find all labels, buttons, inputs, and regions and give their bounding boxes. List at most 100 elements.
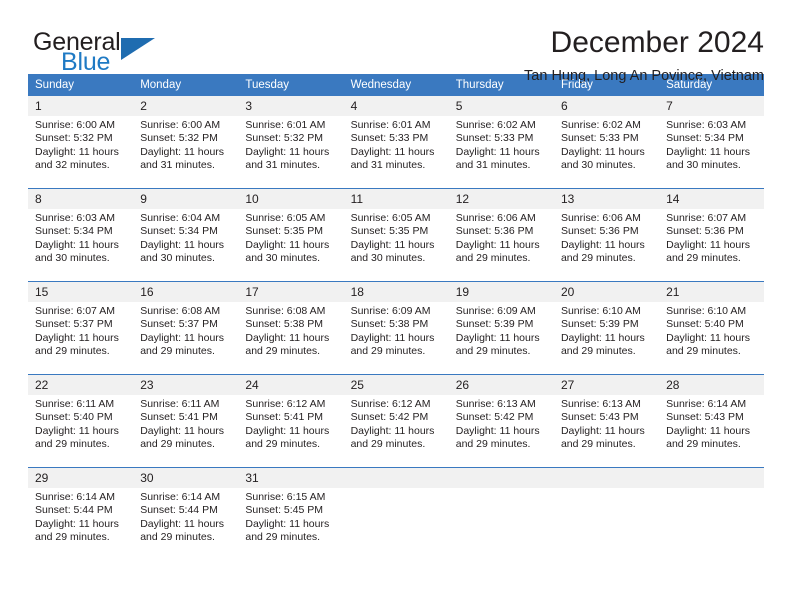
sunset-text: Sunset: 5:38 PM [245, 318, 324, 331]
sunset-text: Sunset: 5:42 PM [350, 411, 429, 424]
day-number[interactable]: 27 [553, 375, 660, 395]
daylight-text-line2: and 32 minutes. [35, 159, 110, 172]
day-number[interactable]: 31 [238, 468, 344, 488]
day-number[interactable]: 28 [659, 375, 765, 395]
sunset-text: Sunset: 5:37 PM [35, 318, 113, 331]
day-number[interactable]: 2 [133, 96, 239, 116]
day-cell[interactable]: Sunrise: 6:07 AM Sunset: 5:37 PM Dayligh… [28, 302, 134, 374]
day-number[interactable]: 26 [448, 375, 554, 395]
page-title: December 2024 [550, 26, 764, 59]
day-cell[interactable]: Sunrise: 6:12 AM Sunset: 5:42 PM Dayligh… [343, 395, 449, 467]
day-number[interactable]: 20 [553, 282, 660, 302]
day-number[interactable]: 23 [133, 375, 239, 395]
day-number[interactable]: 12 [448, 189, 554, 209]
daylight-text-line1: Daylight: 11 hours [666, 238, 750, 251]
daylight-text-line1: Daylight: 11 hours [140, 238, 225, 251]
day-number[interactable]: 5 [448, 96, 554, 116]
week-5-info-row: Sunrise: 6:14 AM Sunset: 5:44 PM Dayligh… [28, 488, 765, 560]
daylight-text-line2: and 30 minutes. [666, 159, 741, 172]
day-cell[interactable]: Sunrise: 6:02 AM Sunset: 5:33 PM Dayligh… [553, 116, 660, 188]
sunrise-text: Sunrise: 6:11 AM [140, 398, 220, 410]
day-cell-empty [448, 488, 554, 560]
daylight-text-line2: and 29 minutes. [35, 531, 110, 544]
day-number[interactable]: 6 [553, 96, 660, 116]
day-cell[interactable]: Sunrise: 6:08 AM Sunset: 5:37 PM Dayligh… [133, 302, 239, 374]
daylight-text-line1: Daylight: 11 hours [35, 145, 119, 158]
day-number[interactable]: 22 [28, 375, 134, 395]
sunrise-text: Sunrise: 6:02 AM [455, 119, 536, 131]
day-number[interactable]: 30 [133, 468, 239, 488]
day-cell[interactable]: Sunrise: 6:02 AM Sunset: 5:33 PM Dayligh… [448, 116, 554, 188]
day-number[interactable]: 29 [28, 468, 134, 488]
day-number[interactable]: 19 [448, 282, 554, 302]
day-number[interactable]: 10 [238, 189, 344, 209]
day-cell[interactable]: Sunrise: 6:10 AM Sunset: 5:40 PM Dayligh… [659, 302, 765, 374]
daylight-text-line2: and 29 minutes. [350, 438, 426, 451]
day-cell[interactable]: Sunrise: 6:09 AM Sunset: 5:38 PM Dayligh… [343, 302, 449, 374]
daylight-text-line2: and 31 minutes. [245, 159, 321, 172]
daylight-text-line2: and 29 minutes. [666, 438, 741, 451]
day-number[interactable]: 21 [659, 282, 765, 302]
day-cell[interactable]: Sunrise: 6:03 AM Sunset: 5:34 PM Dayligh… [28, 209, 134, 281]
daylight-text-line1: Daylight: 11 hours [140, 145, 225, 158]
sunrise-text: Sunrise: 6:10 AM [666, 305, 747, 317]
day-cell[interactable]: Sunrise: 6:03 AM Sunset: 5:34 PM Dayligh… [659, 116, 765, 188]
day-number[interactable]: 9 [133, 189, 239, 209]
day-cell[interactable]: Sunrise: 6:14 AM Sunset: 5:44 PM Dayligh… [133, 488, 239, 560]
sunset-text: Sunset: 5:38 PM [350, 318, 429, 331]
day-number[interactable]: 18 [343, 282, 449, 302]
daylight-text-line1: Daylight: 11 hours [350, 145, 435, 158]
sunrise-text: Sunrise: 6:05 AM [245, 212, 326, 224]
sunset-text: Sunset: 5:33 PM [455, 132, 534, 145]
day-cell[interactable]: Sunrise: 6:13 AM Sunset: 5:43 PM Dayligh… [553, 395, 660, 467]
day-number[interactable]: 24 [238, 375, 344, 395]
day-cell[interactable]: Sunrise: 6:14 AM Sunset: 5:44 PM Dayligh… [28, 488, 134, 560]
day-number[interactable]: 7 [659, 96, 765, 116]
day-cell[interactable]: Sunrise: 6:06 AM Sunset: 5:36 PM Dayligh… [448, 209, 554, 281]
weekday-header-wednesday: Wednesday [343, 74, 449, 96]
day-cell[interactable]: Sunrise: 6:11 AM Sunset: 5:40 PM Dayligh… [28, 395, 134, 467]
day-number[interactable]: 4 [343, 96, 449, 116]
day-cell[interactable]: Sunrise: 6:00 AM Sunset: 5:32 PM Dayligh… [28, 116, 134, 188]
week-5-daynumber-row: 29 30 31 [28, 468, 765, 488]
day-cell[interactable]: Sunrise: 6:06 AM Sunset: 5:36 PM Dayligh… [553, 209, 660, 281]
day-cell[interactable]: Sunrise: 6:01 AM Sunset: 5:32 PM Dayligh… [238, 116, 344, 188]
day-cell[interactable]: Sunrise: 6:01 AM Sunset: 5:33 PM Dayligh… [343, 116, 449, 188]
week-1-daynumber-row: 1 2 3 4 5 6 7 [28, 96, 765, 116]
day-number[interactable]: 16 [133, 282, 239, 302]
sunset-text: Sunset: 5:42 PM [455, 411, 534, 424]
day-number[interactable]: 3 [238, 96, 344, 116]
day-cell[interactable]: Sunrise: 6:04 AM Sunset: 5:34 PM Dayligh… [133, 209, 239, 281]
day-cell[interactable]: Sunrise: 6:11 AM Sunset: 5:41 PM Dayligh… [133, 395, 239, 467]
day-number[interactable]: 11 [343, 189, 449, 209]
day-cell[interactable]: Sunrise: 6:10 AM Sunset: 5:39 PM Dayligh… [553, 302, 660, 374]
week-2-daynumber-row: 8 9 10 11 12 13 14 [28, 189, 765, 209]
day-number[interactable]: 13 [553, 189, 660, 209]
day-number[interactable]: 15 [28, 282, 134, 302]
day-number[interactable]: 8 [28, 189, 134, 209]
daylight-text-line2: and 31 minutes. [455, 159, 531, 172]
day-number[interactable]: 17 [238, 282, 344, 302]
daylight-text-line1: Daylight: 11 hours [35, 424, 119, 437]
day-cell[interactable]: Sunrise: 6:05 AM Sunset: 5:35 PM Dayligh… [238, 209, 344, 281]
day-number[interactable]: 1 [28, 96, 134, 116]
sunset-text: Sunset: 5:34 PM [140, 225, 218, 238]
day-number[interactable]: 25 [343, 375, 449, 395]
daylight-text-line2: and 29 minutes. [140, 438, 215, 451]
day-cell[interactable]: Sunrise: 6:12 AM Sunset: 5:41 PM Dayligh… [238, 395, 344, 467]
day-cell[interactable]: Sunrise: 6:09 AM Sunset: 5:39 PM Dayligh… [448, 302, 554, 374]
day-cell[interactable]: Sunrise: 6:07 AM Sunset: 5:36 PM Dayligh… [659, 209, 765, 281]
day-cell[interactable]: Sunrise: 6:13 AM Sunset: 5:42 PM Dayligh… [448, 395, 554, 467]
general-blue-logo[interactable]: General Blue [28, 26, 178, 82]
sunset-text: Sunset: 5:40 PM [666, 318, 744, 331]
day-cell[interactable]: Sunrise: 6:05 AM Sunset: 5:35 PM Dayligh… [343, 209, 449, 281]
day-number[interactable]: 14 [659, 189, 765, 209]
sunrise-text: Sunrise: 6:05 AM [350, 212, 431, 224]
sunrise-text: Sunrise: 6:15 AM [245, 491, 326, 503]
day-cell[interactable]: Sunrise: 6:00 AM Sunset: 5:32 PM Dayligh… [133, 116, 239, 188]
logo-triangle-icon [121, 38, 155, 60]
day-cell[interactable]: Sunrise: 6:14 AM Sunset: 5:43 PM Dayligh… [659, 395, 765, 467]
day-cell[interactable]: Sunrise: 6:15 AM Sunset: 5:45 PM Dayligh… [238, 488, 344, 560]
sunrise-text: Sunrise: 6:06 AM [455, 212, 536, 224]
day-cell[interactable]: Sunrise: 6:08 AM Sunset: 5:38 PM Dayligh… [238, 302, 344, 374]
